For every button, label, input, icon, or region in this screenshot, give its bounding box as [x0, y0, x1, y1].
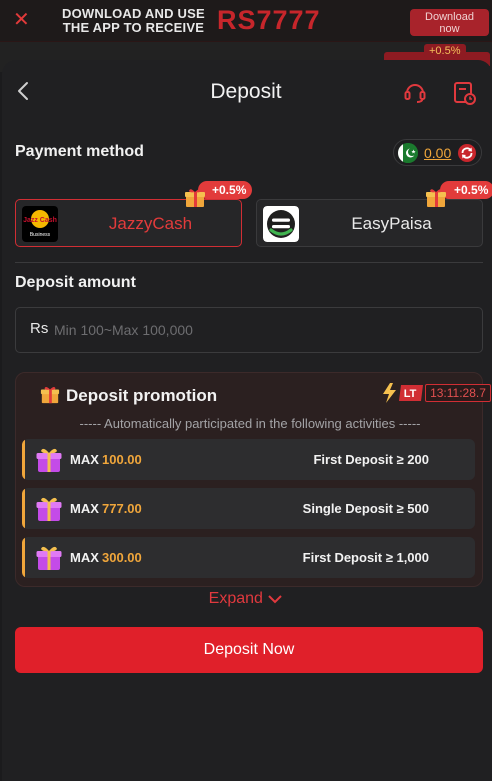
row-accent-bar — [22, 488, 25, 529]
bonus-badge: +0.5% — [440, 181, 492, 199]
deposit-amount-field: Rs — [15, 307, 483, 353]
promo-banner: ✕ DOWNLOAD AND USE THE APP TO RECEIVE RS… — [0, 0, 492, 42]
jazzcash-logo: Jazz Cash Business — [22, 206, 58, 242]
svg-text:Jazz Cash: Jazz Cash — [23, 217, 57, 224]
refresh-icon — [458, 144, 476, 162]
download-label-1: Download — [425, 11, 474, 23]
background-bonus-badge: +0.5% — [424, 44, 466, 58]
gift-icon — [35, 495, 63, 523]
payment-method-label: JazzyCash — [108, 214, 193, 233]
promo-text-line-2: THE APP TO RECEIVE — [62, 20, 205, 35]
gift-icon — [35, 446, 63, 474]
support-button[interactable] — [403, 80, 427, 104]
deposit-amount-title: Deposit amount — [15, 274, 136, 291]
promotion-condition: Single Deposit ≥ 500 — [302, 501, 429, 516]
download-label-2: now — [439, 23, 460, 35]
download-now-button[interactable]: Download now — [410, 9, 489, 36]
countdown-timer: 13:11:28.7 — [425, 384, 491, 402]
max-label: MAX — [70, 452, 99, 467]
promo-text: DOWNLOAD AND USE THE APP TO RECEIVE — [62, 7, 205, 35]
payment-method-title: Payment method — [15, 143, 144, 160]
payment-method-label: EasyPaisa — [351, 214, 432, 233]
gift-icon — [184, 187, 206, 209]
headset-icon — [404, 84, 426, 103]
promotion-title: Deposit promotion — [66, 386, 218, 405]
refresh-button[interactable] — [457, 143, 477, 163]
gift-icon — [40, 385, 60, 405]
max-value: 300.00 — [102, 550, 142, 565]
max-label: MAX — [70, 550, 99, 565]
promo-amount: RS7777 — [217, 5, 321, 35]
payment-method-jazzycash[interactable]: Jazz Cash Business JazzyCash — [15, 199, 242, 247]
currency-symbol: Rs — [30, 320, 49, 337]
history-button[interactable] — [453, 80, 477, 106]
balance-pill: 0.00 — [393, 139, 482, 166]
svg-text:Business: Business — [30, 232, 51, 238]
expand-label: Expand — [208, 590, 263, 607]
gift-icon — [35, 544, 63, 572]
promotion-condition: First Deposit ≥ 1,000 — [302, 550, 429, 565]
payment-method-easypaisa[interactable]: EasyPaisa — [256, 199, 483, 247]
easypaisa-logo — [263, 206, 299, 242]
promotion-row: MAX 777.00 Single Deposit ≥ 500 — [22, 488, 475, 529]
chevron-down-icon — [268, 595, 283, 604]
gift-icon — [425, 187, 447, 209]
close-icon[interactable]: ✕ — [13, 10, 30, 30]
row-accent-bar — [22, 439, 25, 480]
promotion-row: MAX 300.00 First Deposit ≥ 1,000 — [22, 537, 475, 578]
limited-time-badge: LT — [381, 383, 425, 408]
divider — [15, 262, 483, 263]
deposit-amount-input[interactable] — [54, 319, 454, 341]
history-icon — [454, 82, 476, 105]
max-label: MAX — [70, 501, 99, 516]
deposit-now-button[interactable]: Deposit Now — [15, 627, 483, 673]
promo-text-line-1: DOWNLOAD AND USE — [62, 6, 205, 21]
bonus-badge: +0.5% — [198, 181, 253, 199]
svg-text:LT: LT — [404, 388, 417, 400]
max-value: 777.00 — [102, 501, 142, 516]
promotion-row: MAX 100.00 First Deposit ≥ 200 — [22, 439, 475, 480]
pakistan-flag-icon — [398, 143, 418, 163]
balance-value: 0.00 — [424, 145, 452, 161]
promotion-condition: First Deposit ≥ 200 — [313, 452, 429, 467]
expand-button[interactable]: Expand — [0, 590, 492, 608]
max-value: 100.00 — [102, 452, 142, 467]
promotion-subtitle: ----- Automatically participated in the … — [79, 416, 421, 431]
row-accent-bar — [22, 537, 25, 578]
